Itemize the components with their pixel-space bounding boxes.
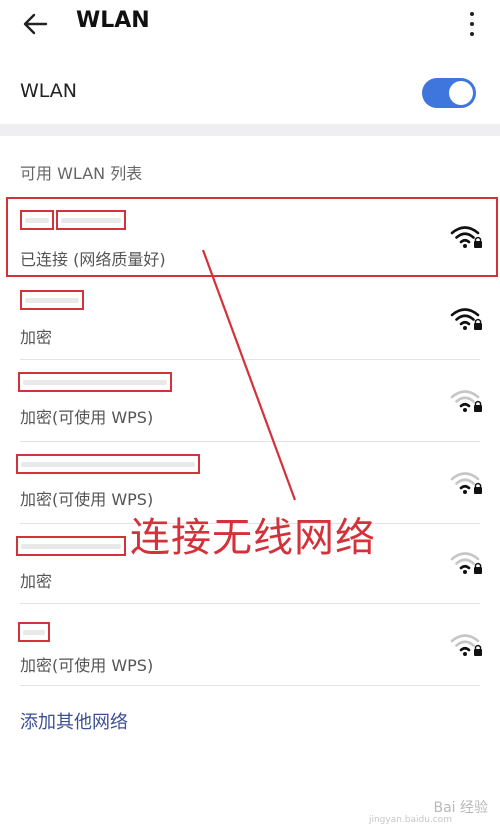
network-item[interactable]: 加密(可使用 WPS) bbox=[0, 604, 500, 686]
top-app-bar: WLAN bbox=[0, 0, 500, 48]
wifi-locked-icon bbox=[450, 390, 482, 412]
wifi-locked-icon bbox=[450, 634, 482, 656]
list-divider bbox=[20, 685, 480, 686]
available-networks-heading: 可用 WLAN 列表 bbox=[20, 164, 143, 183]
wlan-switch[interactable] bbox=[422, 78, 476, 108]
wifi-locked-icon bbox=[450, 308, 482, 330]
add-other-network-link[interactable]: 添加其他网络 bbox=[20, 708, 128, 734]
wifi-locked-icon bbox=[450, 472, 482, 494]
wlan-toggle-row[interactable]: WLAN bbox=[0, 60, 500, 124]
network-name-redacted bbox=[18, 372, 172, 392]
network-name-redacted bbox=[16, 536, 126, 556]
watermark-url: jingyan.baidu.com bbox=[368, 815, 452, 825]
wifi-locked-icon bbox=[450, 552, 482, 574]
page-title: WLAN bbox=[76, 8, 150, 33]
watermark: Bai 经验 bbox=[433, 800, 488, 816]
network-status: 加密(可使用 WPS) bbox=[20, 656, 154, 675]
network-name-redacted bbox=[16, 454, 200, 474]
network-name-redacted bbox=[18, 622, 50, 642]
switch-knob bbox=[449, 81, 473, 105]
network-status: 加密 bbox=[20, 572, 53, 591]
network-name-redacted bbox=[20, 290, 84, 310]
network-item[interactable]: 加密(可使用 WPS) bbox=[0, 360, 500, 442]
section-divider bbox=[0, 124, 500, 136]
annotation-caption: 连接无线网络 bbox=[130, 515, 376, 561]
highlight-frame bbox=[6, 197, 498, 277]
network-status: 加密(可使用 WPS) bbox=[20, 408, 154, 427]
arrow-left-icon[interactable] bbox=[20, 8, 52, 40]
network-item[interactable]: 加密 bbox=[0, 278, 500, 360]
network-status: 加密 bbox=[20, 328, 53, 347]
wlan-toggle-label: WLAN bbox=[20, 80, 78, 102]
more-vertical-icon[interactable] bbox=[460, 8, 484, 40]
